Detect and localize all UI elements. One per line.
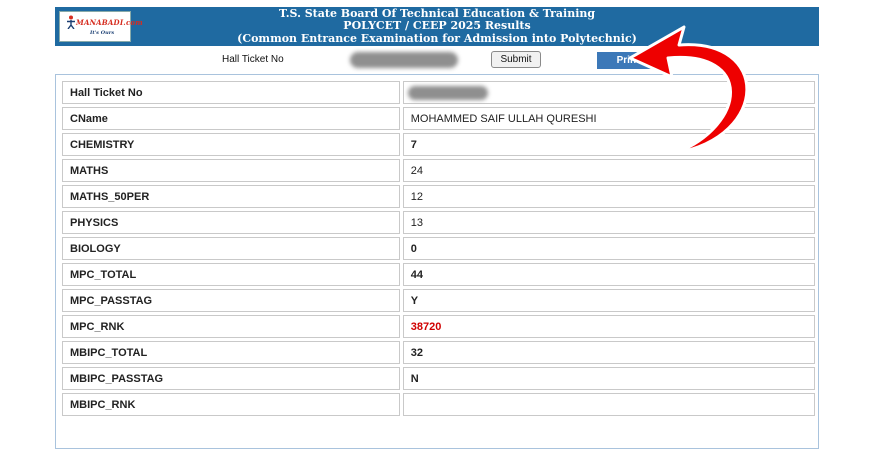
field-label: MATHS_50PER [62, 185, 400, 208]
field-label: CHEMISTRY [62, 133, 400, 156]
field-value: 13 [402, 211, 815, 234]
hall-ticket-label: Hall Ticket No [222, 54, 284, 65]
print-button[interactable]: Print [597, 52, 659, 69]
field-value: MOHAMMED SAIF ULLAH QURESHI [402, 107, 815, 130]
field-label: MBIPC_PASSTAG [62, 367, 400, 390]
results-title: POLYCET / CEEP 2025 Results [343, 19, 531, 32]
field-value: 38720 [402, 315, 815, 338]
table-row: MPC_TOTAL 44 [62, 263, 815, 286]
table-row: BIOLOGY 0 [62, 237, 815, 260]
submit-button[interactable]: Submit [491, 51, 541, 68]
table-row: MPC_RNK 38720 [62, 315, 815, 338]
field-value: 0 [402, 237, 815, 260]
field-label: MPC_TOTAL [62, 263, 400, 286]
table-row: Hall Ticket No [62, 81, 815, 104]
field-value: 24 [402, 159, 815, 182]
hall-ticket-input[interactable] [350, 52, 458, 68]
table-row: MATHS 24 [62, 159, 815, 182]
field-value: 32 [402, 341, 815, 364]
field-label: PHYSICS [62, 211, 400, 234]
table-row: MPC_PASSTAG Y [62, 289, 815, 312]
search-row: Hall Ticket No Submit Print [0, 50, 872, 72]
table-row: MBIPC_TOTAL 32 [62, 341, 815, 364]
table-row: CHEMISTRY 7 [62, 133, 815, 156]
field-label: MBIPC_TOTAL [62, 341, 400, 364]
field-value: Y [402, 289, 815, 312]
field-value: 44 [402, 263, 815, 286]
field-value: 12 [402, 185, 815, 208]
field-label: MBIPC_RNK [62, 393, 400, 416]
table-row: CName MOHAMMED SAIF ULLAH QURESHI [62, 107, 815, 130]
field-label: MPC_RNK [62, 315, 400, 338]
field-value [402, 81, 815, 104]
results-panel: Hall Ticket No CName MOHAMMED SAIF ULLAH Q… [55, 74, 819, 449]
table-row: PHYSICS 13 [62, 211, 815, 234]
field-value: N [402, 367, 815, 390]
field-value: 7 [402, 133, 815, 156]
table-row: MBIPC_PASSTAG N [62, 367, 815, 390]
field-label: MATHS [62, 159, 400, 182]
table-row: MATHS_50PER 12 [62, 185, 815, 208]
field-label: MPC_PASSTAG [62, 289, 400, 312]
header-banner: MANABADI.com It's Ours T.S. State Board … [55, 7, 819, 46]
results-table: Hall Ticket No CName MOHAMMED SAIF ULLAH Q… [59, 78, 818, 419]
field-label: BIOLOGY [62, 237, 400, 260]
table-row: MBIPC_RNK [62, 393, 815, 416]
field-value [402, 393, 815, 416]
exam-subtitle: (Common Entrance Examination for Admissi… [237, 32, 637, 45]
field-label: CName [62, 107, 400, 130]
field-label: Hall Ticket No [62, 81, 400, 104]
redacted-hall-ticket [407, 86, 488, 100]
